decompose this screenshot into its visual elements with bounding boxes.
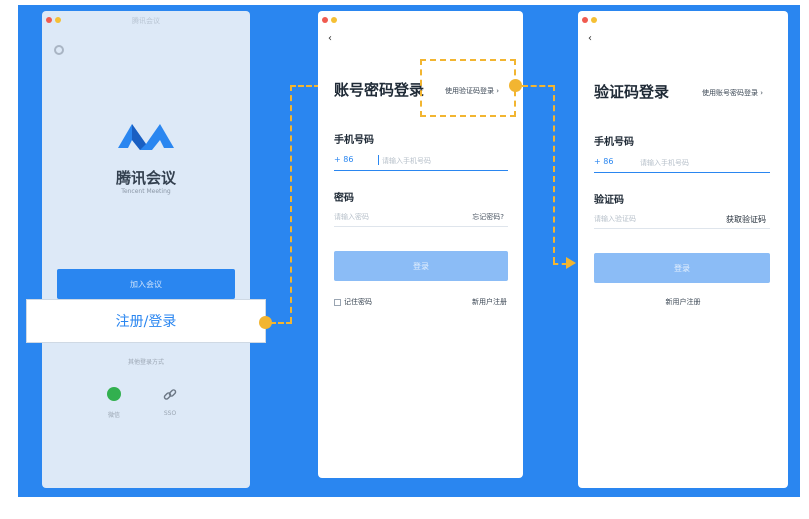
code-login-window: ‹ 验证码登录 使用账号密码登录 › 手机号码 + 86 请输入手机号码 验证码… (578, 11, 788, 488)
text-caret (378, 155, 379, 165)
back-chevron-icon[interactable]: ‹ (588, 33, 592, 44)
phone-label: 手机号码 (334, 135, 374, 146)
login-button[interactable]: 登录 (594, 253, 770, 283)
code-placeholder: 请输入验证码 (594, 215, 636, 223)
connector-arrow-icon (566, 257, 576, 269)
settings-gear-icon[interactable] (54, 45, 64, 55)
password-label: 密码 (334, 193, 354, 204)
join-meeting-button[interactable]: 加入会议 (57, 269, 235, 299)
register-login-button[interactable]: 注册/登录 (26, 299, 266, 343)
new-user-register-link[interactable]: 新用户注册 (472, 297, 507, 307)
connector-line (270, 322, 292, 324)
code-field[interactable]: 请输入验证码 获取验证码 (594, 211, 770, 229)
get-code-button[interactable]: 获取验证码 (726, 214, 766, 225)
use-code-login-link[interactable]: 使用验证码登录 › (445, 86, 499, 96)
close-dot-icon[interactable] (582, 17, 588, 23)
link-icon (163, 387, 177, 401)
wechat-icon (107, 387, 121, 401)
connector-line (290, 85, 292, 323)
phone-label: 手机号码 (594, 137, 634, 148)
phone-placeholder: 请输入手机号码 (640, 159, 689, 167)
sso-label: SSO (163, 410, 177, 417)
password-login-window: ‹ 账号密码登录 使用验证码登录 › 手机号码 + 86 请输入手机号码 密码 … (318, 11, 523, 478)
login-button[interactable]: 登录 (334, 251, 508, 281)
minimize-dot-icon[interactable] (591, 17, 597, 23)
phone-field[interactable]: + 86 请输入手机号码 (334, 153, 508, 171)
phone-field[interactable]: + 86 请输入手机号码 (594, 155, 770, 173)
phone-placeholder: 请输入手机号码 (382, 157, 431, 165)
brand-name-cn: 腾讯会议 (115, 169, 176, 187)
code-label: 验证码 (594, 195, 624, 206)
country-code[interactable]: + 86 (594, 157, 613, 166)
password-placeholder: 请输入密码 (334, 213, 369, 221)
connector-line (522, 85, 554, 87)
tutorial-canvas: 腾讯会议 腾讯会议 Tencent Meeting 加入会议 其他登录方式 微信… (18, 5, 800, 497)
home-window: 腾讯会议 腾讯会议 Tencent Meeting 加入会议 其他登录方式 微信… (42, 11, 250, 488)
connector-line (290, 85, 320, 87)
wechat-login-option[interactable]: 微信 (102, 387, 126, 419)
new-user-register-link[interactable]: 新用户注册 (578, 297, 788, 307)
page-title: 验证码登录 (594, 83, 670, 101)
window-title: 腾讯会议 (132, 17, 160, 25)
connector-line (553, 263, 567, 265)
remember-password[interactable]: 记住密码 (334, 297, 372, 307)
minimize-dot-icon[interactable] (331, 17, 337, 23)
wechat-label: 微信 (107, 412, 120, 419)
country-code[interactable]: + 86 (334, 155, 353, 164)
forgot-password-link[interactable]: 忘记密码? (472, 212, 504, 222)
password-field[interactable]: 请输入密码 忘记密码? (334, 209, 508, 227)
close-dot-icon[interactable] (322, 17, 328, 23)
other-login-label: 其他登录方式 (127, 359, 164, 366)
connector-line (553, 85, 555, 263)
connector-start-dot (509, 79, 522, 92)
sso-login-option[interactable]: SSO (158, 387, 182, 417)
brand-name-en: Tencent Meeting (121, 188, 171, 195)
tencent-meeting-logo-icon (116, 116, 176, 160)
window-controls (582, 17, 597, 23)
use-password-login-link[interactable]: 使用账号密码登录 › (702, 88, 763, 98)
window-controls (322, 17, 337, 23)
page-title: 账号密码登录 (334, 81, 425, 99)
remember-label: 记住密码 (344, 298, 372, 306)
back-chevron-icon[interactable]: ‹ (328, 33, 332, 44)
remember-checkbox[interactable] (334, 298, 341, 306)
